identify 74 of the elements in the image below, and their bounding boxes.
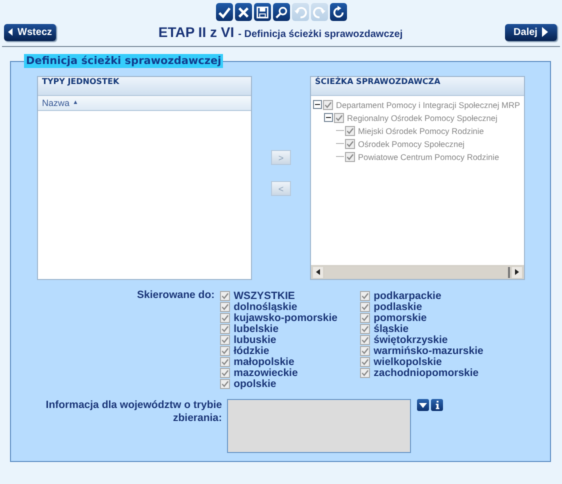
region-label[interactable]: WSZYSTKIE bbox=[234, 290, 295, 302]
horizontal-scrollbar[interactable] bbox=[311, 264, 524, 279]
checkbox[interactable] bbox=[220, 302, 230, 312]
collapse-icon[interactable] bbox=[324, 113, 333, 122]
checkbox[interactable] bbox=[220, 312, 230, 322]
checkbox[interactable] bbox=[360, 356, 370, 366]
tree-item[interactable]: Miejski Ośrodek Pomocy Rodzinie bbox=[358, 126, 484, 136]
region-label[interactable]: opolskie bbox=[234, 378, 276, 390]
tree-item[interactable]: Ośrodek Pomocy Społecznej bbox=[358, 138, 465, 148]
region-label[interactable]: lubuskie bbox=[234, 334, 276, 346]
checkbox[interactable] bbox=[360, 312, 370, 322]
checkbox[interactable] bbox=[360, 290, 370, 300]
check-button[interactable] bbox=[216, 3, 232, 21]
save-button[interactable] bbox=[254, 3, 270, 21]
section-legend: Definicja ścieżki sprawozdawczej bbox=[24, 54, 224, 68]
region-label[interactable]: śląskie bbox=[374, 322, 409, 334]
panel-title: ŚCIEŻKA SPRAWOZDAWCZA bbox=[311, 77, 524, 96]
region-label[interactable]: zachodniopomorskie bbox=[374, 366, 479, 378]
checkbox[interactable] bbox=[220, 368, 230, 378]
scroll-right-icon[interactable] bbox=[515, 269, 519, 275]
panel-title: TYPY JEDNOSTEK bbox=[38, 77, 251, 96]
checkbox[interactable] bbox=[220, 290, 230, 300]
region-label[interactable]: kujawsko-pomorskie bbox=[234, 312, 338, 324]
collapse-icon[interactable] bbox=[313, 100, 322, 109]
scroll-left-icon[interactable] bbox=[316, 269, 320, 275]
undo-icon bbox=[292, 4, 308, 20]
region-label[interactable]: podlaskie bbox=[374, 300, 422, 312]
tree-item[interactable]: Powiatowe Centrum Pomocy Rodzinie bbox=[358, 152, 500, 162]
checkbox[interactable] bbox=[220, 346, 230, 356]
close-button[interactable] bbox=[234, 3, 252, 21]
redo-icon bbox=[312, 4, 326, 20]
region-label[interactable]: łódzkie bbox=[234, 344, 270, 356]
info-icon[interactable] bbox=[431, 399, 443, 411]
checkbox[interactable] bbox=[360, 334, 370, 344]
checkbox[interactable] bbox=[220, 378, 230, 388]
region-label[interactable]: mazowieckie bbox=[234, 366, 298, 378]
region-label[interactable]: podkarpackie bbox=[374, 290, 442, 302]
checkbox[interactable] bbox=[323, 100, 333, 110]
tree-item[interactable]: Regionalny Ośrodek Pomocy Społecznej bbox=[347, 112, 498, 122]
region-label[interactable]: warmińsko-mazurskie bbox=[374, 344, 484, 356]
region-label[interactable]: wielkopolskie bbox=[374, 356, 442, 368]
check-icon bbox=[216, 4, 232, 20]
arrow-left-icon bbox=[8, 27, 13, 37]
checkbox[interactable] bbox=[360, 368, 370, 378]
region-label[interactable]: pomorskie bbox=[374, 312, 427, 324]
checkbox[interactable] bbox=[360, 324, 370, 334]
back-button[interactable]: Wstecz bbox=[4, 24, 56, 40]
field-label: Skierowane do: bbox=[137, 290, 215, 303]
region-label[interactable]: małopolskie bbox=[234, 356, 294, 368]
checkbox[interactable] bbox=[345, 152, 355, 162]
stage-title: ETAP II z VI bbox=[158, 24, 234, 40]
region-label[interactable]: lubelskie bbox=[234, 322, 279, 334]
checkbox[interactable] bbox=[360, 302, 370, 312]
tree-item[interactable]: Departament Pomocy i Integracji Społecznej MRP bbox=[336, 100, 520, 110]
checkbox[interactable] bbox=[220, 324, 230, 334]
arrow-right-icon bbox=[542, 27, 548, 37]
checkbox[interactable] bbox=[220, 334, 230, 344]
refresh-icon bbox=[330, 4, 346, 20]
checkbox[interactable] bbox=[334, 112, 344, 122]
checkbox[interactable] bbox=[345, 138, 355, 148]
checkbox[interactable] bbox=[345, 126, 355, 136]
region-label[interactable]: dolnośląskie bbox=[234, 300, 298, 312]
search-icon bbox=[274, 4, 288, 20]
dropdown-icon[interactable] bbox=[417, 399, 429, 411]
next-button[interactable]: Dalej bbox=[505, 24, 557, 40]
page-subtitle: - Definicja ścieżki sprawozdawczej bbox=[238, 29, 403, 40]
refresh-button[interactable] bbox=[330, 3, 346, 21]
region-label[interactable]: świętokrzyskie bbox=[374, 334, 448, 346]
checkbox[interactable] bbox=[220, 356, 230, 366]
search-button[interactable] bbox=[272, 3, 290, 21]
save-icon bbox=[254, 4, 270, 20]
close-icon bbox=[236, 4, 250, 20]
field-label: Informacja dla województw o trybie zbierania: bbox=[44, 399, 223, 425]
checkbox[interactable] bbox=[360, 346, 370, 356]
